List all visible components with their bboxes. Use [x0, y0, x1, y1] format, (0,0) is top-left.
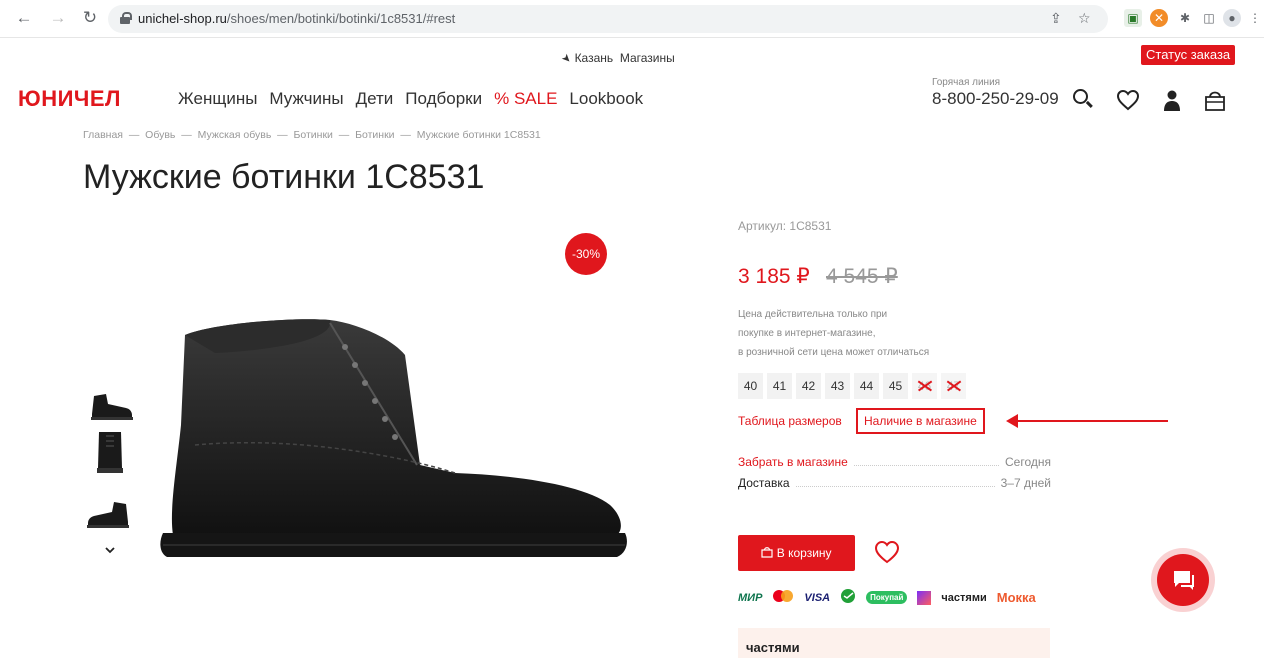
extensions-puzzle-icon[interactable]: ✱: [1176, 9, 1194, 27]
location[interactable]: ➤ Казань Магазины: [558, 51, 675, 67]
pickup-row: Забрать в магазине Сегодня: [738, 455, 1051, 469]
stores-link[interactable]: Магазины: [620, 51, 675, 65]
search-icon[interactable]: [1072, 88, 1096, 112]
cart-bag-icon[interactable]: [1203, 88, 1227, 112]
mir-logo: МИР: [738, 591, 763, 604]
add-to-favorites-heart-icon[interactable]: [874, 540, 900, 564]
lock-icon: [120, 12, 132, 24]
old-price: 4 545 ₽: [826, 265, 898, 288]
mastercard-icon: [772, 589, 794, 606]
pickup-link[interactable]: Забрать в магазине: [738, 455, 848, 469]
url-text: unichel-shop.ru/shoes/men/botinki/botink…: [138, 11, 456, 26]
side-panel-icon[interactable]: ◫: [1200, 9, 1218, 27]
menu-item-women[interactable]: Женщины: [178, 89, 257, 109]
reload-icon[interactable]: ↻: [80, 8, 100, 28]
mokka-logo: Мокка: [996, 590, 1036, 605]
add-to-cart-label: В корзину: [776, 546, 832, 560]
bookmark-star-icon[interactable]: ☆: [1078, 10, 1091, 27]
favorites-heart-icon[interactable]: [1116, 88, 1140, 112]
order-status-button[interactable]: Статус заказа: [1141, 45, 1236, 65]
price-note-line: Цена действительна только при: [738, 309, 888, 320]
size-option[interactable]: 43: [825, 373, 850, 399]
payment-methods: МИР VISA Покупай частями Мокка: [738, 588, 1036, 607]
extension-icon-2[interactable]: ✕: [1150, 9, 1168, 27]
size-option[interactable]: 42: [796, 373, 821, 399]
chevron-down-icon[interactable]: [103, 543, 117, 557]
price-note-line: в розничной сети цена может отличаться: [738, 347, 930, 358]
chat-button[interactable]: [1157, 554, 1209, 606]
page-title: Мужские ботинки 1С8531: [83, 158, 485, 196]
thumbnail-side[interactable]: [86, 380, 134, 428]
breadcrumb-boots[interactable]: Ботинки: [293, 129, 332, 141]
bag-icon: [761, 546, 776, 560]
size-option[interactable]: 44: [854, 373, 879, 399]
extension-icon[interactable]: ▣: [1124, 9, 1142, 27]
hotline-label: Горячая линия: [932, 77, 1001, 88]
installments-promo[interactable]: частями: [738, 628, 1050, 658]
account-person-icon[interactable]: [1160, 88, 1184, 112]
breadcrumb-boots-2[interactable]: Ботинки: [355, 129, 394, 141]
annotation-arrow: [1016, 420, 1168, 422]
delivery-value: 3–7 дней: [1000, 476, 1051, 490]
menu-item-collections[interactable]: Подборки: [405, 89, 482, 109]
pickup-value: Сегодня: [1005, 455, 1051, 469]
visa-logo: VISA: [804, 591, 831, 604]
sber-icon: [840, 588, 856, 607]
top-bar: ➤ Казань Магазины Статус заказа: [0, 38, 1264, 72]
hotline-phone[interactable]: 8-800-250-29-09: [932, 89, 1059, 109]
chastyami-label: частями: [941, 591, 987, 604]
size-selector: 40 41 42 43 44 45 46 47: [738, 373, 966, 399]
city-link[interactable]: Казань: [575, 51, 614, 65]
price-note-line: покупке в интернет-магазине,: [738, 328, 876, 339]
address-bar[interactable]: unichel-shop.ru/shoes/men/botinki/botink…: [108, 5, 1108, 33]
menu-item-sale[interactable]: % SALE: [494, 89, 557, 109]
breadcrumb: Главная — Обувь — Мужская обувь — Ботинк…: [83, 129, 541, 141]
thumbnail-front[interactable]: [86, 428, 134, 476]
chastyami-icon: [917, 590, 932, 605]
breadcrumb-home[interactable]: Главная: [83, 129, 123, 141]
forward-icon[interactable]: →: [48, 8, 68, 28]
profile-avatar-icon[interactable]: ●: [1223, 9, 1241, 27]
browser-menu-icon[interactable]: ⋮: [1246, 9, 1264, 27]
pokupay-badge: Покупай: [866, 591, 908, 604]
size-option-unavailable: 46: [912, 373, 937, 399]
location-arrow-icon: ➤: [558, 51, 574, 67]
menu-item-men[interactable]: Мужчины: [269, 89, 343, 109]
product-sku: Артикул: 1С8531: [738, 219, 832, 233]
menu-item-kids[interactable]: Дети: [356, 89, 394, 109]
product-image[interactable]: [155, 295, 635, 570]
current-price: 3 185 ₽: [738, 265, 810, 288]
chat-bubble-icon: [1174, 571, 1194, 590]
share-icon[interactable]: ⇪: [1050, 10, 1062, 27]
delivery-row: Доставка 3–7 дней: [738, 476, 1051, 490]
size-option[interactable]: 40: [738, 373, 763, 399]
size-option[interactable]: 41: [767, 373, 792, 399]
menu-item-lookbook[interactable]: Lookbook: [569, 89, 643, 109]
delivery-label: Доставка: [738, 476, 790, 490]
breadcrumb-shoes[interactable]: Обувь: [145, 129, 175, 141]
browser-toolbar: ← → ↻ unichel-shop.ru/shoes/men/botinki/…: [0, 0, 1264, 38]
logo[interactable]: ЮНИЧЕЛ: [18, 86, 121, 112]
add-to-cart-button[interactable]: В корзину: [738, 535, 855, 571]
main-menu: Женщины Мужчины Дети Подборки % SALE Loo…: [178, 89, 643, 109]
size-option-unavailable: 47: [941, 373, 966, 399]
size-table-link[interactable]: Таблица размеров: [738, 414, 842, 428]
promo-label: частями: [746, 640, 800, 655]
breadcrumb-men-shoes[interactable]: Мужская обувь: [198, 129, 272, 141]
back-icon[interactable]: ←: [14, 8, 34, 28]
in-store-availability-link[interactable]: Наличие в магазине: [856, 408, 985, 434]
size-option[interactable]: 45: [883, 373, 908, 399]
thumbnail-other-side[interactable]: [86, 488, 134, 536]
discount-badge: -30%: [565, 233, 607, 275]
breadcrumb-current: Мужские ботинки 1С8531: [416, 129, 541, 141]
